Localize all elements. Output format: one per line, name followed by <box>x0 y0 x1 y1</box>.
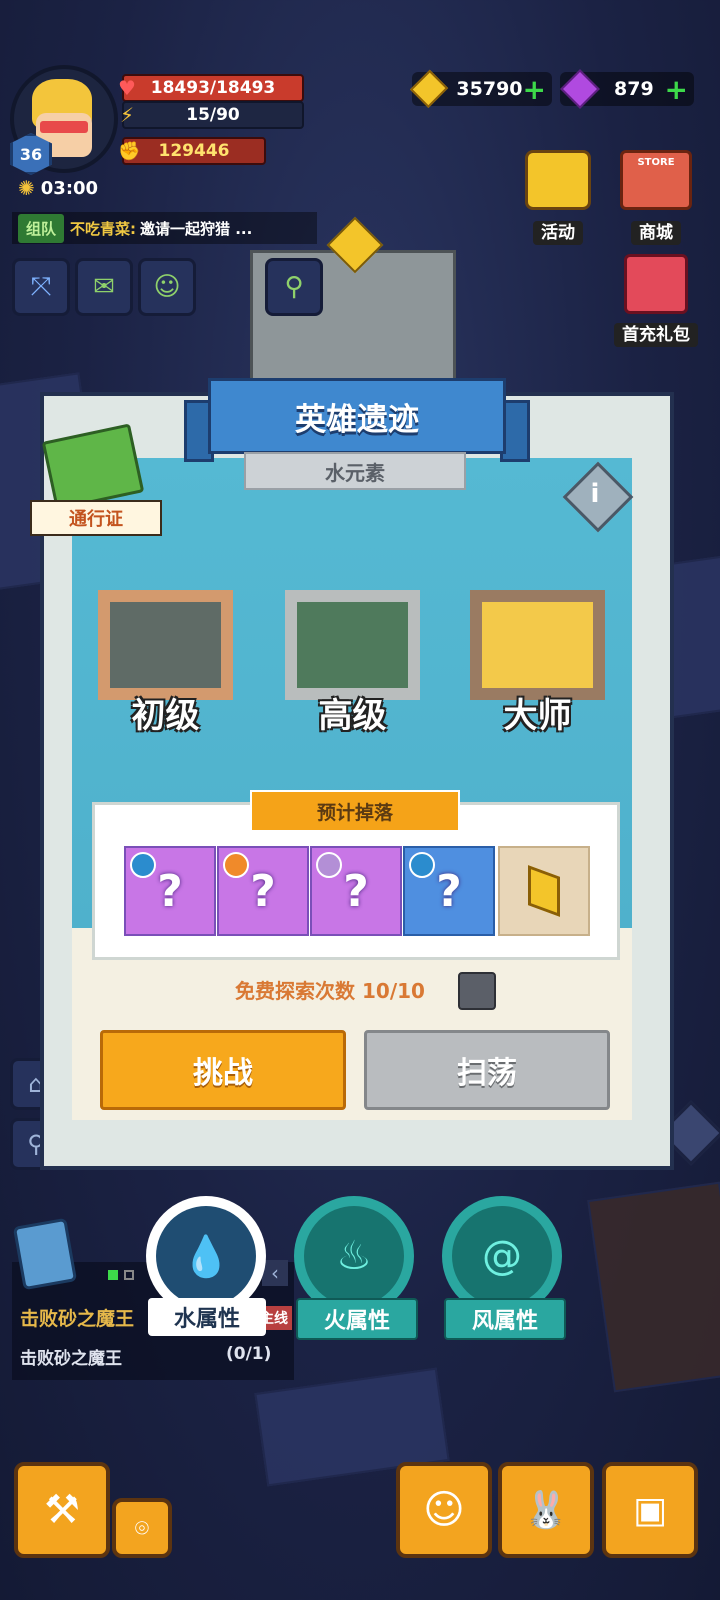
difficulty-master-label: 大师 <box>503 696 572 736</box>
power-bar: ✊ 129446 <box>118 137 266 165</box>
chat-user: 不吃青菜: <box>70 219 137 238</box>
drop-item[interactable]: ? <box>124 846 216 936</box>
events-button[interactable]: 活动 <box>520 150 596 245</box>
stamina-value: 15/90 <box>186 105 240 125</box>
drop-item[interactable] <box>498 846 590 936</box>
page-dot <box>124 1270 134 1280</box>
heart-icon: ♥ <box>118 76 136 100</box>
page-dot-active <box>108 1270 118 1280</box>
stone-gate-icon <box>98 590 233 700</box>
shop-button[interactable]: STORE 商城 <box>614 150 698 245</box>
glowing-gate-icon <box>470 590 605 700</box>
purple-gem-icon <box>560 69 600 109</box>
challenge-button[interactable]: 挑战 <box>100 1030 346 1110</box>
backpack-button[interactable]: ▣ <box>602 1462 698 1558</box>
difficulty-advanced[interactable]: 高级 <box>275 580 430 736</box>
flame-icon: ♨ <box>304 1206 404 1306</box>
pets-icon: 🐰 <box>523 1490 569 1531</box>
quest-scroll-icon[interactable] <box>12 1217 78 1291</box>
sun-icon: ✺ <box>18 176 35 200</box>
element-wind-label[interactable]: 风属性 <box>444 1298 566 1340</box>
shop-label: 商城 <box>631 221 681 245</box>
chat-text: 邀请一起狩猎 ... <box>140 219 253 238</box>
camera-icon: ⌾ <box>134 1514 150 1542</box>
element-fire-label[interactable]: 火属性 <box>296 1298 418 1340</box>
difficulty-advanced-label: 高级 <box>318 696 387 736</box>
sweep-ticket-icon <box>458 972 496 1010</box>
difficulty-master[interactable]: 大师 <box>460 580 615 736</box>
panel-title: 英雄遗迹 <box>208 378 506 454</box>
mail-icon: ✉ <box>93 272 115 302</box>
water-drops-icon: 💧 <box>156 1206 256 1306</box>
wind-swirl-icon: @ <box>452 1206 552 1306</box>
drop-item[interactable]: ? <box>403 846 495 936</box>
expected-drops-title: 预计掉落 <box>250 790 460 832</box>
map-button[interactable]: ⚲ <box>265 258 323 316</box>
unknown-weapon-icon: ? <box>250 865 276 917</box>
power-icon: ✊ <box>118 140 141 162</box>
timer: ✺ 03:00 <box>18 176 98 200</box>
team-chat[interactable]: 组队 不吃青菜: 邀请一起狩猎 ... <box>12 212 317 244</box>
hp-bar: ♥ 18493/18493 <box>118 74 304 102</box>
timer-value: 03:00 <box>40 177 99 199</box>
gift-icon <box>624 254 688 314</box>
pets-button[interactable]: 🐰 <box>498 1462 594 1558</box>
fire-element-icon <box>223 852 249 878</box>
map-pin-icon: ⚲ <box>284 272 304 302</box>
water-element-icon <box>130 852 156 878</box>
unknown-weapon-icon: ? <box>157 865 183 917</box>
pass-label[interactable]: 通行证 <box>30 500 162 536</box>
info-icon: i <box>590 479 600 509</box>
water-element-icon <box>409 852 435 878</box>
friends-icon: ☺ <box>153 272 181 302</box>
element-water-label[interactable]: 水属性 <box>148 1298 266 1336</box>
unknown-weapon-icon: ? <box>343 865 369 917</box>
lightning-icon: ⚡ <box>120 103 135 127</box>
gem-counter: 879 + <box>560 69 694 109</box>
mail-button[interactable]: ✉ <box>75 258 133 316</box>
add-gold-button[interactable]: + <box>523 73 546 106</box>
gold-value: 35790 <box>456 78 523 100</box>
difficulty-beginner[interactable]: 初级 <box>88 580 243 736</box>
hp-value: 18493/18493 <box>150 78 276 98</box>
first-recharge-label: 首充礼包 <box>614 323 698 347</box>
team-tag: 组队 <box>18 213 65 243</box>
vine-gate-icon <box>285 590 420 700</box>
first-recharge-button[interactable]: 首充礼包 <box>608 254 704 347</box>
gold-counter: 35790 + <box>409 69 552 109</box>
events-icon <box>525 150 591 210</box>
store-icon: STORE <box>620 150 692 210</box>
drop-item[interactable]: ? <box>217 846 309 936</box>
forge-button[interactable]: ⚒ <box>14 1462 110 1558</box>
collapse-arrow-icon[interactable]: ‹ <box>262 1260 288 1286</box>
unknown-weapon-icon: ? <box>436 865 462 917</box>
events-label: 活动 <box>533 221 583 245</box>
expand-icon: ⤧ <box>30 271 52 302</box>
free-explore-count: 免费探索次数 10/10 <box>235 979 425 1003</box>
backpack-icon: ▣ <box>632 1489 667 1531</box>
quest-progress: (0/1) <box>226 1344 272 1364</box>
hero-button[interactable]: ☺ <box>396 1462 492 1558</box>
camera-button[interactable]: ⌾ <box>112 1498 172 1558</box>
hero-face-icon: ☺ <box>423 1487 465 1533</box>
quest-title: 击败砂之魔王 <box>20 1308 135 1330</box>
add-gem-button[interactable]: + <box>665 73 688 106</box>
bg-block <box>587 1181 720 1393</box>
drop-item[interactable]: ? <box>310 846 402 936</box>
sweep-button[interactable]: 扫荡 <box>364 1030 610 1110</box>
gold-gem-icon <box>528 865 560 917</box>
difficulty-beginner-label: 初级 <box>131 696 200 736</box>
quest-desc: 击败砂之魔王 <box>20 1349 122 1369</box>
panel-subtitle: 水元素 <box>244 452 466 490</box>
friends-button[interactable]: ☺ <box>138 258 196 316</box>
gold-gem-icon <box>409 69 449 109</box>
gem-value: 879 <box>614 78 654 100</box>
fullscreen-button[interactable]: ⤧ <box>12 258 70 316</box>
moon-element-icon <box>316 852 342 878</box>
power-value: 129446 <box>158 141 230 161</box>
stamina-bar: ⚡ 15/90 <box>120 101 304 129</box>
hammer-icon: ⚒ <box>44 1487 80 1533</box>
